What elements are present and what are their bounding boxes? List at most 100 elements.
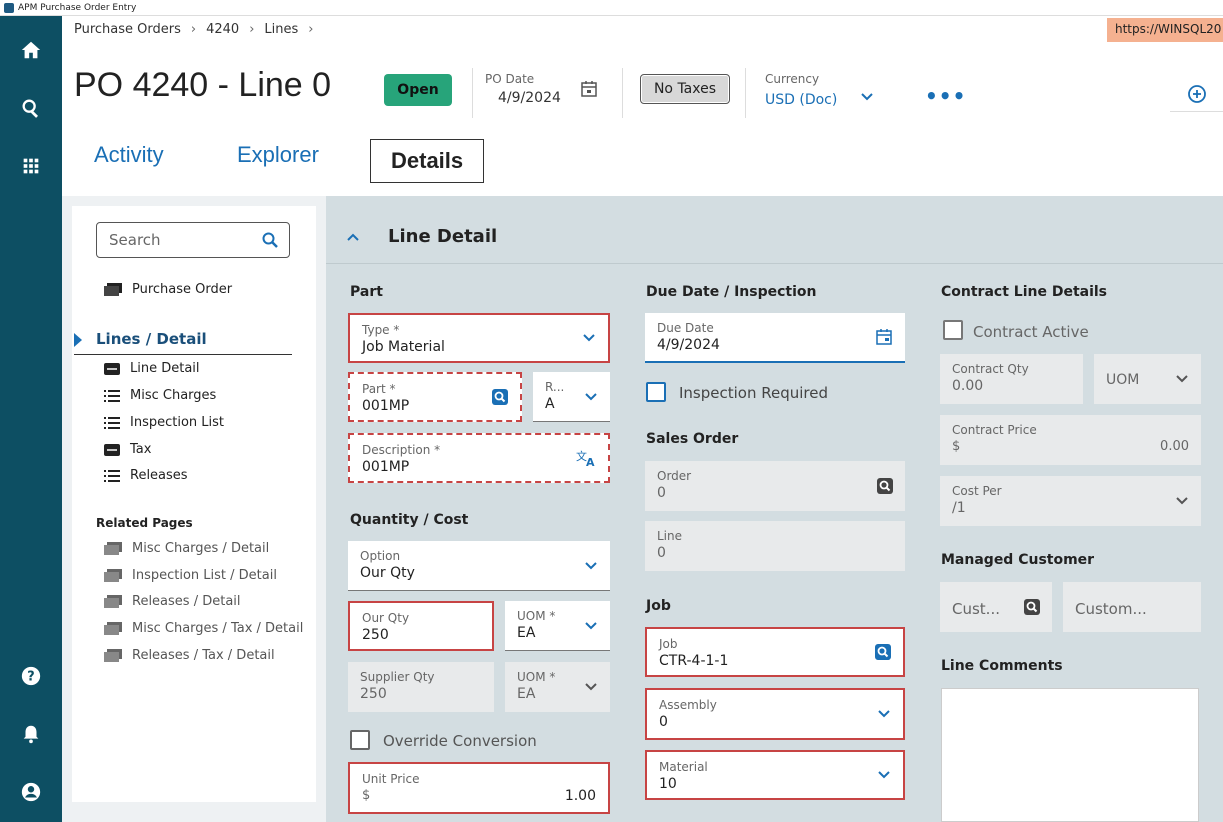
- bell-icon[interactable]: [0, 714, 62, 754]
- po-date-label: PO Date: [485, 72, 535, 86]
- tab-activity[interactable]: Activity: [94, 142, 164, 168]
- add-button[interactable]: [1170, 76, 1223, 112]
- nav-releases[interactable]: Releases: [104, 468, 188, 483]
- tab-details[interactable]: Details: [370, 139, 485, 183]
- type-select[interactable]: Type * Job Material: [348, 313, 610, 363]
- material-select[interactable]: Material 10: [645, 750, 905, 800]
- related-label: Misc Charges / Tax / Detail: [132, 621, 304, 636]
- related-label: Misc Charges / Detail: [132, 541, 270, 556]
- unit-price-input[interactable]: Unit Price $ 1.00: [348, 762, 610, 814]
- home-icon[interactable]: [0, 30, 62, 70]
- supplier-qty-label: Supplier Qty: [360, 670, 435, 684]
- override-conversion-checkbox[interactable]: [350, 730, 370, 750]
- related-inspection-list-detail[interactable]: Inspection List / Detail: [104, 568, 277, 583]
- order-label: Order: [657, 469, 692, 483]
- nav-line-detail-label: Line Detail: [130, 361, 200, 376]
- record-icon: [104, 621, 122, 635]
- line-comments-textarea[interactable]: [941, 688, 1199, 822]
- status-badge[interactable]: Open: [384, 74, 452, 106]
- related-releases-detail[interactable]: Releases / Detail: [104, 594, 241, 609]
- option-label: Option: [360, 549, 401, 563]
- due-date-input[interactable]: Due Date 4/9/2024: [645, 313, 905, 363]
- contract-section-title: Contract Line Details: [941, 284, 1108, 300]
- currency-label: Currency: [765, 72, 820, 86]
- supplier-qty-field: Supplier Qty 250: [348, 662, 494, 712]
- tab-explorer[interactable]: Explorer: [237, 142, 319, 168]
- material-value: 10: [659, 776, 677, 792]
- chevron-down-icon: [878, 710, 890, 718]
- divider: [745, 68, 746, 118]
- contract-qty-field: Contract Qty 0.00: [940, 354, 1083, 404]
- job-label: Job: [659, 637, 678, 651]
- lookup-icon[interactable]: [875, 644, 891, 660]
- breadcrumb-lines[interactable]: Lines: [264, 22, 298, 37]
- related-releases-tax-detail[interactable]: Releases / Tax / Detail: [104, 648, 275, 663]
- revision-select[interactable]: R... A: [533, 372, 610, 422]
- job-field[interactable]: Job CTR-4-1-1: [645, 627, 905, 677]
- nav-inspection-list[interactable]: Inspection List: [104, 415, 224, 430]
- chevron-down-icon: [1176, 375, 1188, 383]
- breadcrumb-po-number[interactable]: 4240: [206, 22, 239, 37]
- chevron-down-icon[interactable]: [860, 90, 874, 104]
- svg-text:A: A: [586, 456, 595, 467]
- our-qty-input[interactable]: Our Qty 250: [348, 601, 494, 651]
- nav-misc-charges-label: Misc Charges: [130, 388, 217, 403]
- currency-select[interactable]: USD (Doc): [765, 92, 837, 108]
- option-select[interactable]: Option Our Qty: [348, 541, 610, 591]
- due-date-section-title: Due Date / Inspection: [646, 284, 817, 300]
- apps-grid-icon[interactable]: [0, 146, 62, 186]
- related-misc-charges-tax-detail[interactable]: Misc Charges / Tax / Detail: [104, 621, 303, 636]
- related-label: Releases / Detail: [132, 594, 241, 609]
- due-date-label: Due Date: [657, 321, 714, 335]
- part-field[interactable]: Part * 001MP: [348, 372, 522, 422]
- no-taxes-button[interactable]: No Taxes: [640, 74, 730, 104]
- card-icon: [104, 443, 120, 456]
- related-misc-charges-detail[interactable]: Misc Charges / Detail: [104, 541, 269, 556]
- contract-qty-label: Contract Qty: [952, 362, 1029, 376]
- more-options-button[interactable]: •••: [925, 84, 966, 108]
- uom-select[interactable]: UOM * EA: [505, 601, 610, 651]
- inspection-required-checkbox[interactable]: [646, 382, 666, 402]
- assembly-select[interactable]: Assembly 0: [645, 688, 905, 740]
- breadcrumb: Purchase Orders › 4240 › Lines ›: [74, 22, 313, 37]
- record-icon: [104, 594, 122, 608]
- lookup-icon[interactable]: [492, 389, 508, 405]
- breadcrumb-separator: ›: [308, 22, 314, 37]
- contract-active-checkbox[interactable]: [943, 320, 963, 340]
- nav-tax[interactable]: Tax: [104, 442, 151, 457]
- job-value: CTR-4-1-1: [659, 653, 729, 669]
- chevron-up-icon[interactable]: [346, 230, 360, 244]
- job-section-title: Job: [646, 598, 671, 614]
- nav-purchase-order[interactable]: Purchase Order: [104, 282, 232, 297]
- nav-misc-charges[interactable]: Misc Charges: [104, 388, 216, 403]
- lookup-icon[interactable]: [1024, 599, 1040, 615]
- lookup-icon[interactable]: [877, 478, 893, 494]
- app-icon: [4, 2, 14, 13]
- calendar-icon[interactable]: [875, 328, 893, 346]
- option-value: Our Qty: [360, 565, 415, 581]
- nav-line-detail[interactable]: Line Detail: [104, 361, 200, 376]
- line-detail-header[interactable]: Line Detail: [326, 212, 1223, 264]
- related-label: Inspection List / Detail: [132, 568, 277, 583]
- chevron-down-icon: [1176, 497, 1188, 505]
- description-field[interactable]: Description * 001MP 文A: [348, 433, 610, 483]
- user-icon[interactable]: [0, 772, 62, 812]
- search-icon[interactable]: [261, 231, 279, 249]
- nav-inspection-list-label: Inspection List: [130, 415, 225, 430]
- breadcrumb-purchase-orders[interactable]: Purchase Orders: [74, 22, 181, 37]
- list-icon: [104, 416, 120, 429]
- search-input[interactable]: Search: [96, 222, 290, 258]
- nav-purchase-order-label: Purchase Order: [132, 282, 233, 297]
- translate-icon[interactable]: 文A: [576, 449, 596, 467]
- page-title: PO 4240 - Line 0: [74, 66, 332, 104]
- description-value: 001MP: [362, 459, 410, 475]
- help-icon[interactable]: ?: [0, 656, 62, 696]
- cost-per-label: Cost Per: [952, 484, 1002, 498]
- line-comments-section-title: Line Comments: [941, 658, 1063, 674]
- nav-lines-detail[interactable]: Lines / Detail: [74, 330, 292, 355]
- search-placeholder: Search: [109, 231, 161, 249]
- chevron-down-icon: [585, 392, 597, 400]
- search-icon[interactable]: [0, 88, 62, 128]
- record-icon: [104, 568, 122, 582]
- calendar-icon[interactable]: [580, 80, 598, 98]
